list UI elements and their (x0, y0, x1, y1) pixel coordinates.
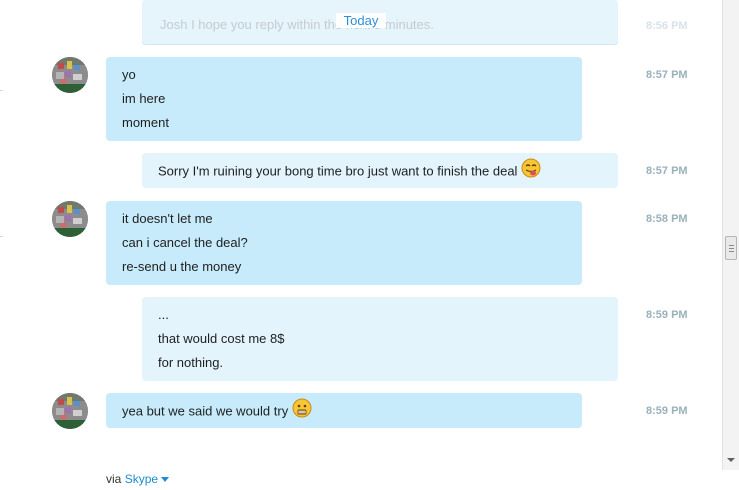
day-separator-label: Today (335, 13, 387, 28)
chevron-down-icon[interactable] (161, 477, 170, 483)
message-bubble-incoming[interactable]: it doesn't let me can i cancel the deal?… (106, 201, 582, 285)
avatar-image-icon (52, 201, 88, 237)
message-bubble-outgoing[interactable]: ... that would cost me 8$ for nothing. (142, 297, 618, 381)
message-time: 8:59 PM (646, 309, 688, 321)
message-line: yo (122, 67, 136, 82)
message-time: 8:59 PM (646, 405, 688, 417)
message-line: can i cancel the deal? (122, 235, 248, 250)
message-line: re-send u the money (122, 259, 242, 274)
day-separator: Today (0, 13, 722, 28)
service-selector-link[interactable]: Skype (125, 472, 158, 486)
conversation-pane[interactable]: Josh I hope you reply within the next 5 … (0, 0, 722, 470)
message-bubble-incoming[interactable]: yea but we said we would try (106, 393, 582, 428)
avatar-image-icon (52, 57, 88, 93)
message-bubble-outgoing[interactable]: Sorry I'm ruining your bong time bro jus… (142, 153, 618, 188)
message-bubble-incoming[interactable]: yo im here moment (106, 57, 582, 141)
message-line: yea but we said we would try (122, 403, 289, 419)
grip-line (729, 248, 734, 249)
message-line: that would cost me 8$ (158, 331, 285, 346)
message-line: for nothing. (158, 355, 224, 370)
message-time: 8:57 PM (646, 69, 688, 81)
vertical-scrollbar[interactable] (722, 0, 739, 470)
message-line: it doesn't let me (122, 211, 213, 226)
message-time: 8:58 PM (646, 213, 688, 225)
scrollbar-thumb[interactable] (725, 236, 737, 260)
worried-emoticon-icon (292, 398, 312, 426)
message-line: Sorry I'm ruining your bong time bro jus… (158, 163, 518, 179)
scroll-down-arrow-icon[interactable] (727, 458, 735, 462)
via-service-footer: via Skype (106, 472, 170, 486)
contact-avatar[interactable] (52, 57, 88, 93)
message-line: moment (122, 115, 169, 130)
avatar-image-icon (52, 393, 88, 429)
contact-avatar[interactable] (52, 393, 88, 429)
tongue-out-emoticon-icon (521, 158, 541, 186)
contact-avatar[interactable] (52, 201, 88, 237)
grip-line (729, 245, 734, 246)
message-line: im here (122, 91, 166, 106)
via-label: via (106, 472, 122, 486)
grip-line (729, 251, 734, 252)
message-line: ... (158, 307, 169, 322)
message-time: 8:57 PM (646, 165, 688, 177)
